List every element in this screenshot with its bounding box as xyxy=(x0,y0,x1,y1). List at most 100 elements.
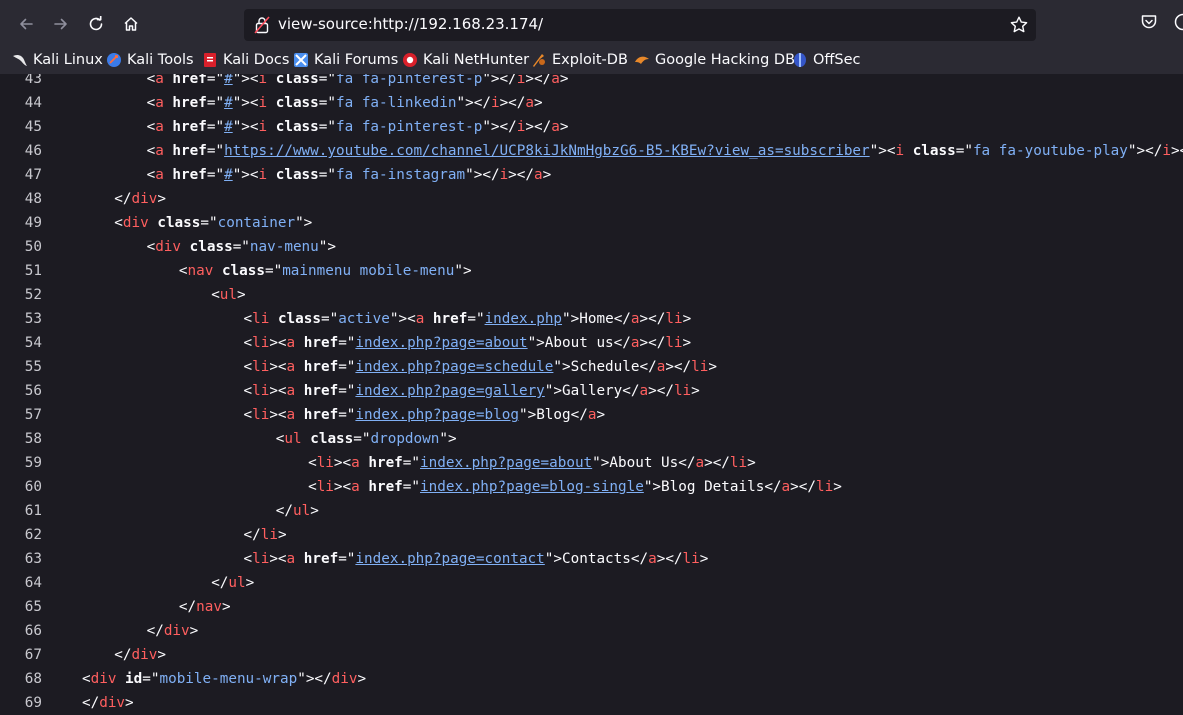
source-line: 57 <li><a href="index.php?page=blog">Blog… xyxy=(0,403,1183,427)
page-source-view[interactable]: 43 <a href="#"><i class="fa fa-pinterest-… xyxy=(0,74,1183,715)
punct: > xyxy=(237,287,246,303)
source-link[interactable]: index.php?page=contact xyxy=(355,551,544,567)
source-line: 65 </nav> xyxy=(0,595,1183,619)
tag-name: li xyxy=(691,359,709,375)
line-number: 68 xyxy=(24,671,42,687)
punct: >< xyxy=(269,335,287,351)
forward-button[interactable] xyxy=(47,10,75,38)
pocket-icon[interactable] xyxy=(1140,13,1158,31)
source-line: 44 <a href="#"><i class="fa fa-linkedin">… xyxy=(0,91,1183,115)
back-button[interactable] xyxy=(12,10,40,38)
reload-icon xyxy=(89,16,103,31)
punct: ">< xyxy=(232,95,259,111)
source-link[interactable]: index.php?page=blog xyxy=(355,407,519,423)
source-link[interactable]: index.php?page=schedule xyxy=(355,359,553,375)
source-link[interactable]: index.php?page=about xyxy=(420,455,592,471)
punct: < xyxy=(243,311,253,327)
punct: > xyxy=(596,407,606,423)
bookmarks-toolbar: Kali Linux Kali Tools Kali Docs Kali For… xyxy=(0,46,1183,74)
attr-value: fa fa-pinterest-p xyxy=(336,74,483,87)
tag-name: a xyxy=(155,95,164,111)
punct: > xyxy=(125,695,134,711)
punct: > xyxy=(747,455,756,471)
source-line: 52 <ul> xyxy=(0,283,1183,307)
tag-name: li xyxy=(729,455,748,471)
bookmark-kali-nethunter[interactable]: Kali NetHunter xyxy=(402,50,529,70)
source-code: </div> xyxy=(114,643,166,667)
punct: >< xyxy=(333,479,352,495)
punct: > xyxy=(691,383,700,399)
tag-name: div xyxy=(131,647,158,663)
punct: > xyxy=(245,575,255,591)
account-icon[interactable] xyxy=(1174,13,1183,31)
source-link[interactable]: # xyxy=(224,119,233,135)
punct xyxy=(181,239,190,255)
tag-name: a xyxy=(551,119,560,135)
text-node: About Us xyxy=(609,455,679,471)
tag-name: div xyxy=(90,671,117,687)
star-icon[interactable] xyxy=(1008,14,1030,36)
source-link[interactable]: # xyxy=(224,167,233,183)
line-number: 55 xyxy=(24,359,42,375)
punct: =" xyxy=(206,167,225,183)
tag-name: a xyxy=(525,95,534,111)
bookmark-kali-docs[interactable]: Kali Docs xyxy=(202,50,289,70)
source-code: <div id="mobile-menu-wrap"></div> xyxy=(82,667,366,691)
bookmark-exploit-db[interactable]: Exploit-DB xyxy=(531,50,628,70)
bookmark-google-hacking-db[interactable]: Google Hacking DB xyxy=(634,50,795,70)
punct: =" xyxy=(264,263,283,279)
punct: >< xyxy=(269,383,287,399)
punct xyxy=(295,359,304,375)
punct: =" xyxy=(338,335,356,351)
bookmark-kali-linux[interactable]: Kali Linux xyxy=(12,50,103,70)
punct: =" xyxy=(206,95,225,111)
source-link[interactable]: https://www.youtube.com/channel/UCP8kiJk… xyxy=(224,143,870,159)
source-line: 55 <li><a href="index.php?page=schedule">… xyxy=(0,355,1183,379)
tag-name: a xyxy=(534,167,543,183)
punct: "> xyxy=(295,215,313,231)
line-number: 50 xyxy=(24,239,42,255)
punct: < xyxy=(243,383,253,399)
tag-name: i xyxy=(258,74,268,87)
line-number: 53 xyxy=(24,311,42,327)
source-link[interactable]: index.php?page=about xyxy=(355,335,527,351)
source-link[interactable]: index.php?page=gallery xyxy=(355,383,544,399)
punct: </ xyxy=(678,455,696,471)
tag-name: li xyxy=(665,311,683,327)
tag-name: li xyxy=(682,551,700,567)
insecure-lock-icon[interactable] xyxy=(254,16,270,34)
url-text[interactable]: view-source:http://192.168.23.174/ xyxy=(278,15,543,33)
attr-value: active xyxy=(338,311,390,327)
tag-name: a xyxy=(286,359,296,375)
punct: ></ xyxy=(639,335,666,351)
punct: ">< xyxy=(232,74,259,87)
attr-name: href xyxy=(172,167,207,183)
line-number: 52 xyxy=(24,287,42,303)
source-link[interactable]: # xyxy=(224,74,233,87)
line-number: 63 xyxy=(24,551,42,567)
source-line: 47 <a href="#"><i class="fa fa-instagram"… xyxy=(0,163,1183,187)
bookmark-kali-tools[interactable]: Kali Tools xyxy=(106,50,194,70)
bookmark-kali-forums[interactable]: Kali Forums xyxy=(293,50,398,70)
home-button[interactable] xyxy=(117,10,145,38)
punct: "> xyxy=(544,551,563,567)
reload-button[interactable] xyxy=(82,10,110,38)
bookmark-label: Kali Forums xyxy=(314,52,399,68)
line-number: 62 xyxy=(24,527,42,543)
source-link[interactable]: index.php?page=blog-single xyxy=(420,479,644,495)
attr-name: href xyxy=(303,383,339,399)
source-code: <li><a href="index.php?page=about">About… xyxy=(244,331,692,355)
source-link[interactable]: # xyxy=(224,95,233,111)
bookmark-label: Kali Linux xyxy=(33,52,103,68)
punct: > xyxy=(357,671,367,687)
source-link[interactable]: index.php xyxy=(485,311,562,327)
punct xyxy=(295,551,304,567)
attr-name: id xyxy=(125,671,143,687)
source-line: 58 <ul class="dropdown"> xyxy=(0,427,1183,451)
punct: ">< xyxy=(232,119,259,135)
address-bar[interactable]: view-source:http://192.168.23.174/ xyxy=(244,9,1036,41)
bookmark-offsec[interactable]: OffSec xyxy=(792,50,861,70)
punct xyxy=(267,119,276,135)
punct: =" xyxy=(467,311,485,327)
bookmark-label: Exploit-DB xyxy=(552,52,628,68)
